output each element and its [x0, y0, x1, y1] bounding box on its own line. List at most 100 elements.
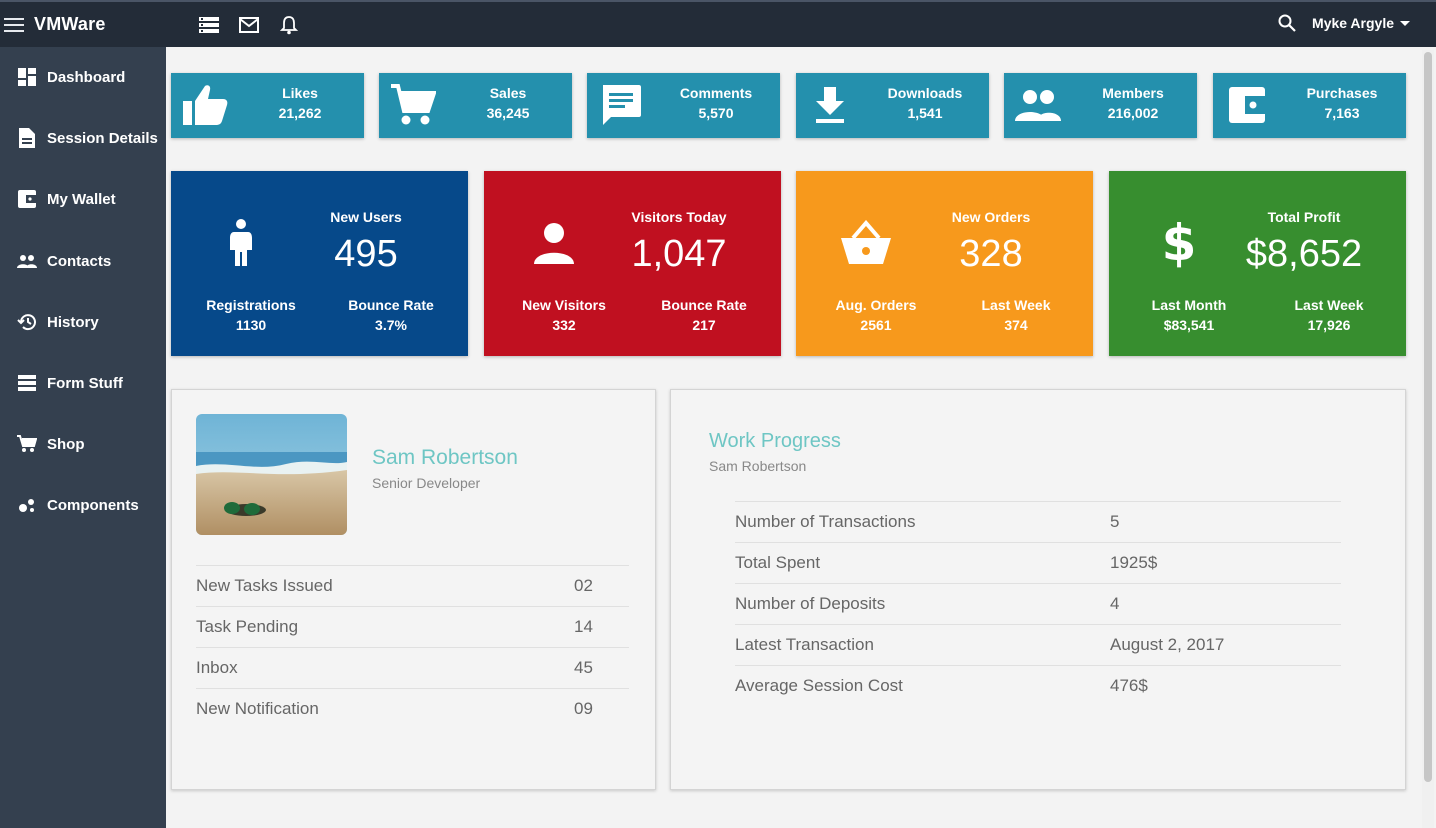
sidebar-item-my-wallet[interactable]: My Wallet — [0, 179, 166, 219]
stat-label: Likes — [282, 85, 318, 101]
top-bar: VMWare Myke Argyle — [0, 0, 1436, 47]
table-row: Total Spent 1925$ — [735, 542, 1341, 583]
tile-left-label: New Visitors — [522, 297, 606, 313]
sidebar-item-label: Shop — [47, 435, 85, 453]
sidebar-item-contacts[interactable]: Contacts — [0, 241, 166, 281]
row-value: 1925$ — [1110, 553, 1158, 572]
document-icon — [17, 128, 37, 148]
person-standing-icon — [209, 213, 273, 273]
row-label: Inbox — [196, 658, 238, 677]
stat-value: 5,570 — [698, 105, 734, 121]
scrollbar[interactable] — [1422, 50, 1434, 828]
search-icon[interactable] — [1276, 12, 1298, 34]
top-right: Myke Argyle — [1276, 12, 1410, 34]
stat-value: 7,163 — [1324, 105, 1360, 121]
list-item: New Tasks Issued 02 — [196, 565, 629, 606]
tile-left-label: Aug. Orders — [835, 297, 917, 313]
stat-label: Purchases — [1306, 85, 1378, 101]
form-icon — [17, 373, 37, 393]
cart-icon — [389, 83, 437, 127]
person-icon — [522, 213, 586, 273]
tile-left-value: $83,541 — [1163, 317, 1215, 333]
brand-area: VMWare — [0, 2, 166, 47]
contacts-icon — [17, 251, 37, 271]
user-name[interactable]: Myke Argyle — [1312, 15, 1394, 31]
mail-icon[interactable] — [238, 14, 260, 36]
scrollbar-thumb[interactable] — [1424, 52, 1432, 782]
stat-box-comments[interactable]: Comments 5,570 — [587, 73, 780, 138]
dollar-icon: $ — [1161, 214, 1197, 272]
sidebar-item-label: Contacts — [47, 252, 112, 270]
stat-label: Members — [1102, 85, 1164, 101]
profile-name: Sam Robertson — [372, 446, 518, 469]
stat-box-sales[interactable]: Sales 36,245 — [379, 73, 572, 138]
row-value: 5 — [1110, 512, 1120, 531]
row-value: 4 — [1110, 594, 1120, 613]
stat-box-members[interactable]: Members 216,002 — [1004, 73, 1197, 138]
user-menu[interactable]: Myke Argyle — [1312, 15, 1410, 31]
brand-title: VMWare — [34, 14, 106, 34]
sidebar-item-dashboard[interactable]: Dashboard — [0, 57, 166, 97]
stat-box-likes[interactable]: Likes 21,262 — [171, 73, 364, 138]
tile-right-label: Bounce Rate — [348, 297, 434, 313]
bell-icon[interactable] — [278, 14, 300, 36]
sidebar-item-shop[interactable]: Shop — [0, 424, 166, 464]
tile-right-label: Last Week — [1294, 297, 1364, 313]
sidebar-item-session-details[interactable]: Session Details — [0, 118, 166, 158]
menu-icon[interactable] — [4, 17, 24, 32]
stat-box-purchases[interactable]: Purchases 7,163 — [1213, 73, 1406, 138]
tile-left-value: 2561 — [860, 317, 892, 333]
sidebar-item-label: My Wallet — [47, 190, 116, 208]
tile-left-value: 1130 — [235, 317, 267, 333]
sidebar-item-form-stuff[interactable]: Form Stuff — [0, 363, 166, 403]
list-icon[interactable] — [198, 14, 220, 36]
sidebar-item-components[interactable]: Components — [0, 485, 166, 525]
sidebar: Dashboard Session Details My Wallet Cont… — [0, 47, 166, 828]
sidebar-item-label: Dashboard — [47, 68, 126, 86]
tile-title: Visitors Today — [631, 209, 727, 225]
tile-right-value: 217 — [692, 317, 716, 333]
history-icon — [17, 312, 37, 332]
stat-label: Downloads — [887, 85, 963, 101]
chevron-down-icon[interactable] — [1400, 20, 1410, 26]
list-item: New Notification 09 — [196, 688, 629, 729]
table-row: Latest Transaction August 2, 2017 — [735, 624, 1341, 665]
stat-value: 36,245 — [486, 105, 530, 121]
row-label: Task Pending — [196, 617, 299, 636]
sidebar-item-label: Form Stuff — [47, 374, 123, 392]
stat-box-downloads[interactable]: Downloads 1,541 — [796, 73, 989, 138]
row-label: Total Spent — [735, 553, 821, 572]
people-icon — [1014, 83, 1062, 127]
table-row: Number of Deposits 4 — [735, 583, 1341, 624]
basket-icon — [834, 213, 898, 273]
list-item: Inbox 45 — [196, 647, 629, 688]
tile-title: Total Profit — [1267, 209, 1341, 225]
row-label: Number of Deposits — [735, 594, 886, 613]
tile-value: 328 — [959, 233, 1023, 275]
components-icon — [17, 495, 37, 515]
sidebar-item-history[interactable]: History — [0, 302, 166, 342]
profile-role: Senior Developer — [372, 475, 481, 491]
tile-right-label: Bounce Rate — [661, 297, 747, 313]
tile-title: New Orders — [951, 209, 1031, 225]
row-value: 14 — [574, 617, 593, 636]
tile-total-profit: $ Total Profit $8,652 Last Month $83,541 … — [1109, 171, 1406, 356]
wallet-icon — [1223, 83, 1271, 127]
tile-right-value: 374 — [1004, 317, 1028, 333]
row-label: Latest Transaction — [735, 635, 874, 654]
row-value: 09 — [574, 699, 593, 718]
tile-left-label: Last Month — [1151, 297, 1227, 313]
stat-value: 216,002 — [1107, 105, 1159, 121]
tile-right-label: Last Week — [981, 297, 1051, 313]
row-value: 02 — [574, 576, 593, 595]
cart-icon — [17, 434, 37, 454]
tile-value: $8,652 — [1245, 233, 1363, 275]
row-label: New Notification — [196, 699, 319, 718]
panel-subtitle: Sam Robertson — [709, 458, 807, 474]
panel-title: Work Progress — [709, 430, 841, 452]
tile-value: 495 — [334, 233, 398, 275]
stat-label: Comments — [679, 85, 753, 101]
profile-photo — [196, 414, 347, 535]
tile-visitors-today: Visitors Today 1,047 New Visitors 332 Bou… — [484, 171, 781, 356]
top-icons — [198, 14, 300, 36]
